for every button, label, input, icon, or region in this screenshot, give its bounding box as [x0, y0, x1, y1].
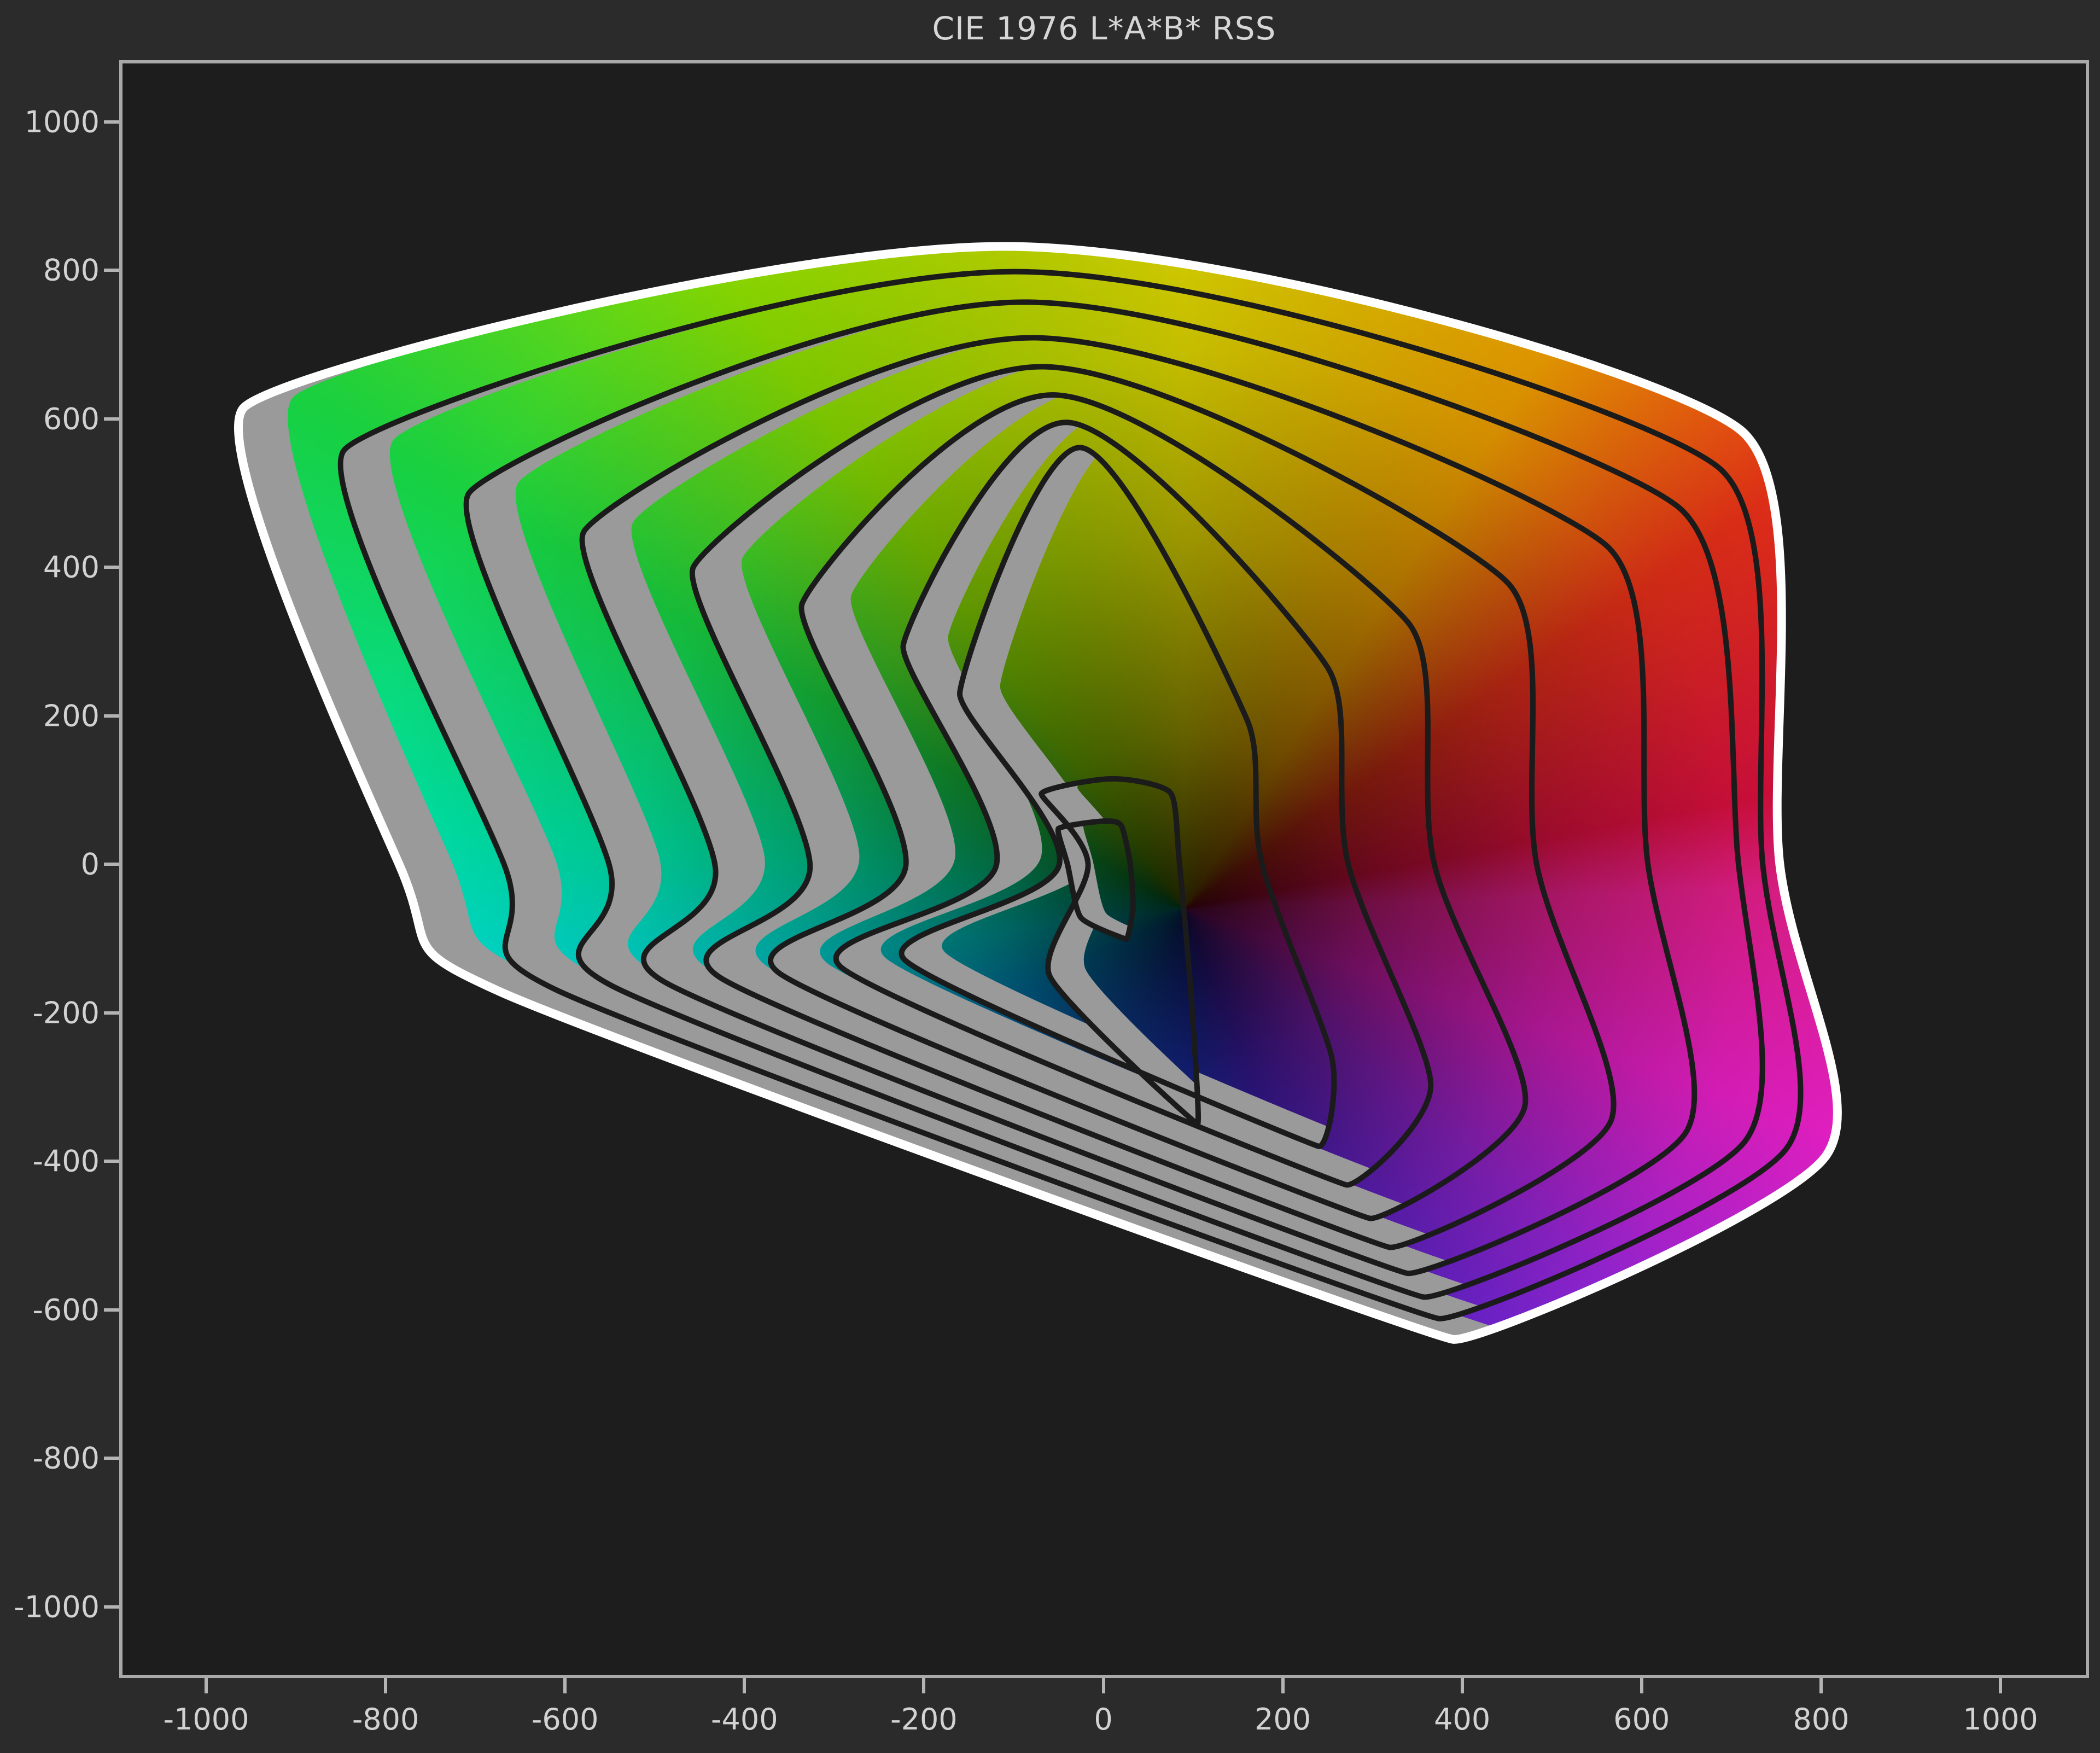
- x-axis-tick-label: 400: [1434, 1702, 1490, 1737]
- y-axis-tick: [104, 863, 119, 866]
- x-axis-tick: [922, 1678, 925, 1693]
- x-axis-tick: [384, 1678, 387, 1693]
- x-axis-tick: [1819, 1678, 1823, 1693]
- x-axis-tick: [205, 1678, 208, 1693]
- x-axis-tick: [1640, 1678, 1643, 1693]
- x-axis-tick-label: 0: [1094, 1702, 1112, 1737]
- y-axis-tick: [104, 1308, 119, 1312]
- y-axis-tick: [104, 1160, 119, 1163]
- y-axis-tick: [104, 1457, 119, 1460]
- chart-title: CIE 1976 L*A*B* RSS: [119, 0, 2089, 57]
- y-axis-tick: [104, 566, 119, 569]
- plot-area: [119, 60, 2089, 1678]
- x-axis-tick: [1461, 1678, 1464, 1693]
- y-axis-tick-label: -1000: [0, 1589, 100, 1624]
- x-axis-tick: [1281, 1678, 1285, 1693]
- y-axis-tick-label: 0: [0, 847, 100, 882]
- chart-canvas: CIE 1976 L*A*B* RSS -1000 -800 -600 -400 -20…: [0, 0, 2100, 1753]
- x-axis-tick: [743, 1678, 746, 1693]
- x-axis-tick-label: -400: [711, 1702, 778, 1737]
- y-axis-tick: [104, 1011, 119, 1015]
- ring-outlines-layer: [122, 63, 2086, 1675]
- y-axis-tick-label: -400: [0, 1144, 100, 1179]
- x-axis-tick: [563, 1678, 567, 1693]
- x-axis-tick-label: 1000: [1963, 1702, 2038, 1737]
- x-axis-tick-label: -600: [532, 1702, 599, 1737]
- ring-outline-1: [341, 272, 1801, 1319]
- ring-outline-7: [901, 447, 1334, 1146]
- x-axis-tick-label: -800: [352, 1702, 419, 1737]
- x-axis-tick-label: 800: [1793, 1702, 1849, 1737]
- y-axis-tick-label: 1000: [0, 104, 100, 139]
- y-axis-tick: [104, 120, 119, 124]
- ring-outline-2: [466, 302, 1763, 1297]
- y-axis-tick: [104, 1605, 119, 1609]
- ring-outline-9: [1058, 821, 1133, 939]
- x-axis-tick-label: -200: [890, 1702, 958, 1737]
- y-axis-tick: [104, 269, 119, 272]
- x-axis-tick-label: 200: [1255, 1702, 1311, 1737]
- y-axis-tick: [104, 417, 119, 421]
- y-axis-tick: [104, 714, 119, 718]
- y-axis-tick-label: 200: [0, 698, 100, 733]
- x-axis-tick-label: 600: [1613, 1702, 1670, 1737]
- y-axis-tick-label: -600: [0, 1292, 100, 1327]
- x-axis-tick: [1102, 1678, 1105, 1693]
- y-axis-tick-label: -800: [0, 1441, 100, 1476]
- x-axis-tick: [1999, 1678, 2002, 1693]
- y-axis-tick-label: 400: [0, 550, 100, 585]
- x-axis-tick-label: -1000: [164, 1702, 249, 1737]
- y-axis-tick-label: 600: [0, 401, 100, 436]
- y-axis-tick-label: -200: [0, 995, 100, 1030]
- ring-outline-3: [582, 337, 1695, 1273]
- y-axis-tick-label: 800: [0, 253, 100, 288]
